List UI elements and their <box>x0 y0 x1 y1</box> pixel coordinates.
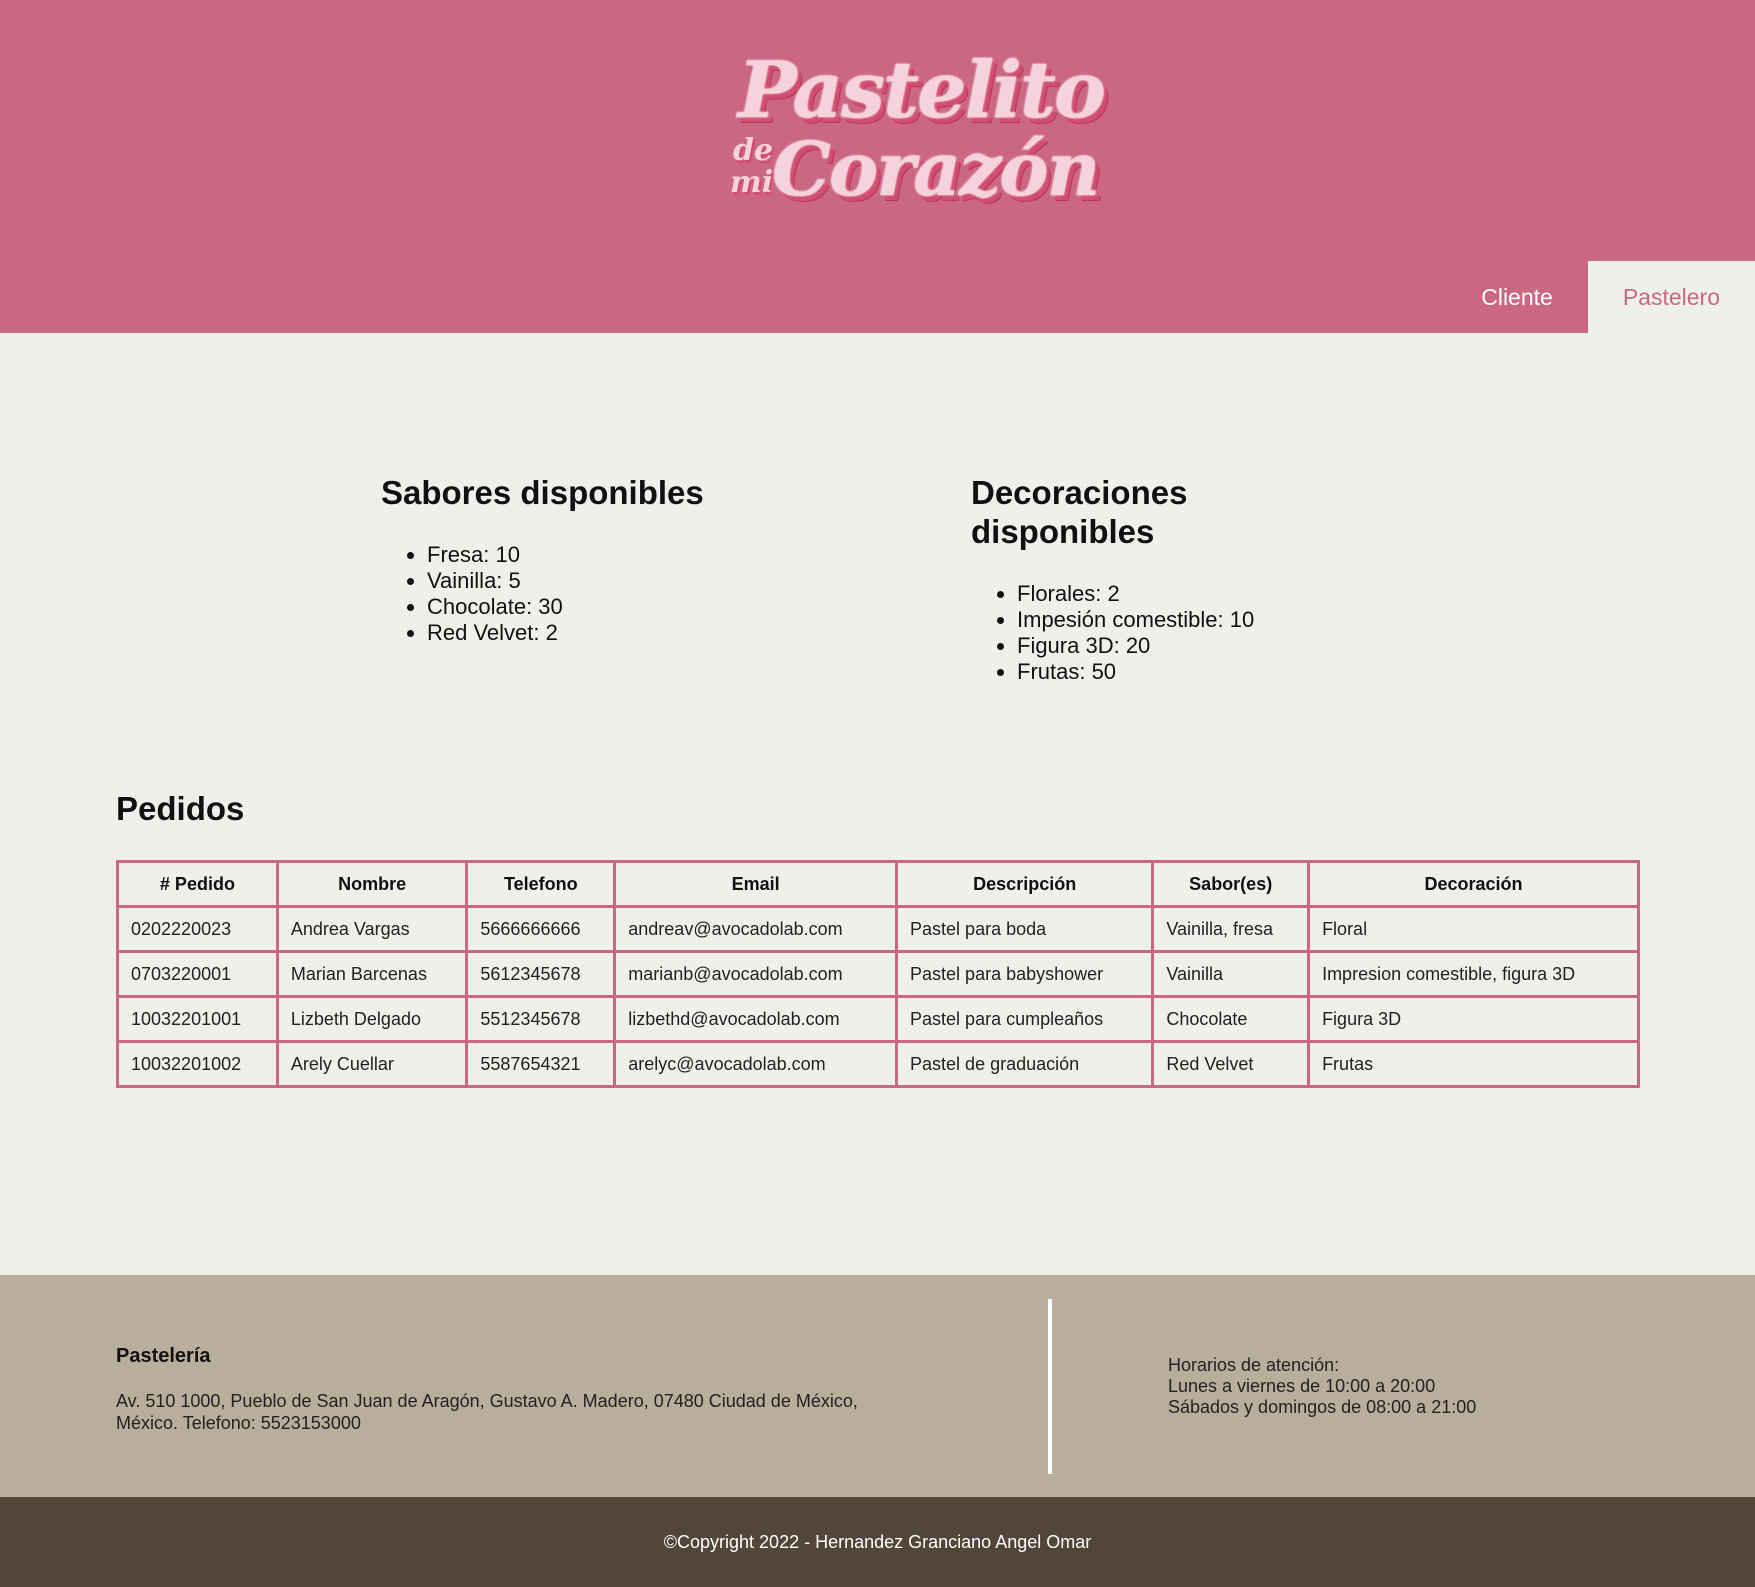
cell-nombre: Lizbeth Delgado <box>275 995 469 1043</box>
sabores-section: Sabores disponibles Fresa: 10 Vainilla: … <box>381 473 741 646</box>
column-header-nombre: Nombre <box>275 860 469 908</box>
table-row: 0703220001 Marian Barcenas 5612345678 ma… <box>116 950 1640 998</box>
nav-item-cliente[interactable]: Cliente <box>1446 261 1588 333</box>
orders-table: # Pedido Nombre Telefono Email Descripci… <box>116 860 1640 1088</box>
copyright-text: ©Copyright 2022 - Hernandez Granciano An… <box>663 1532 1092 1552</box>
column-header-sabores: Sabor(es) <box>1151 860 1311 908</box>
column-header-email: Email <box>613 860 899 908</box>
logo[interactable]: Pastelito de mi Corazón <box>728 45 1106 220</box>
logo-text-de: de <box>733 133 774 168</box>
cell-telefono: 5666666666 <box>465 905 617 953</box>
list-item: Chocolate: 30 <box>427 594 741 620</box>
footer-divider <box>1048 1299 1052 1474</box>
copyright-bar: ©Copyright 2022 - Hernandez Granciano An… <box>0 1497 1755 1587</box>
cell-telefono: 5612345678 <box>465 950 617 998</box>
nav-item-pastelero[interactable]: Pastelero <box>1587 261 1755 333</box>
cell-descripcion: Pastel para cumpleaños <box>895 995 1155 1043</box>
table-row: 10032201002 Arely Cuellar 5587654321 are… <box>116 1040 1640 1088</box>
cell-email: andreav@avocadolab.com <box>613 905 899 953</box>
hours-weekdays: Lunes a viernes de 10:00 a 20:00 <box>1168 1376 1436 1396</box>
cell-nombre: Marian Barcenas <box>275 950 469 998</box>
column-header-descripcion: Descripción <box>895 860 1155 908</box>
cell-decoracion: Floral <box>1307 905 1640 953</box>
cell-email: lizbethd@avocadolab.com <box>613 995 899 1043</box>
column-header-telefono: Telefono <box>465 860 617 908</box>
cell-email: marianb@avocadolab.com <box>613 950 899 998</box>
sabores-list: Fresa: 10 Vainilla: 5 Chocolate: 30 Red … <box>381 542 741 646</box>
footer-address: Av. 510 1000, Pueblo de San Juan de Arag… <box>116 1391 858 1433</box>
table-row: 0202220023 Andrea Vargas 5666666666 andr… <box>116 905 1640 953</box>
decoraciones-section: Decoraciones disponibles Florales: 2 Imp… <box>971 473 1271 685</box>
footer-title: Pastelería <box>116 1345 211 1367</box>
cell-decoracion: Frutas <box>1307 1040 1640 1088</box>
list-item: Florales: 2 <box>1017 581 1271 607</box>
column-header-decoracion: Decoración <box>1307 860 1640 908</box>
list-item: Vainilla: 5 <box>427 568 741 594</box>
hours-weekends: Sábados y domingos de 08:00 a 21:00 <box>1168 1397 1477 1417</box>
cell-telefono: 5512345678 <box>465 995 617 1043</box>
list-item: Fresa: 10 <box>427 542 741 568</box>
cell-descripcion: Pastel para boda <box>895 905 1155 953</box>
cell-decoracion: Impresion comestible, figura 3D <box>1307 950 1640 998</box>
logo-text-mi: mi <box>730 165 774 200</box>
pedidos-title: Pedidos <box>116 790 245 827</box>
logo-text-corazon: Corazón <box>772 127 1100 213</box>
list-item: Frutas: 50 <box>1017 659 1271 685</box>
cell-decoracion: Figura 3D <box>1307 995 1640 1043</box>
column-header-pedido: # Pedido <box>116 860 279 908</box>
cell-pedido: 0202220023 <box>116 905 279 953</box>
logo-text-pastelito: Pastelito <box>738 45 1106 136</box>
cell-pedido: 0703220001 <box>116 950 279 998</box>
cell-sabores: Chocolate <box>1151 995 1311 1043</box>
decoraciones-list: Florales: 2 Impesión comestible: 10 Figu… <box>971 581 1271 685</box>
table-row: 10032201001 Lizbeth Delgado 5512345678 l… <box>116 995 1640 1043</box>
table-header-row: # Pedido Nombre Telefono Email Descripci… <box>116 860 1640 908</box>
footer-hours: Horarios de atención: Lunes a viernes de… <box>1168 1355 1476 1418</box>
cell-sabores: Red Velvet <box>1151 1040 1311 1088</box>
list-item: Impesión comestible: 10 <box>1017 607 1271 633</box>
cell-sabores: Vainilla, fresa <box>1151 905 1311 953</box>
list-item: Red Velvet: 2 <box>427 620 741 646</box>
cell-pedido: 10032201001 <box>116 995 279 1043</box>
footer-info: Pastelería Av. 510 1000, Pueblo de San J… <box>0 1275 1755 1497</box>
cell-sabores: Vainilla <box>1151 950 1311 998</box>
main-nav: Cliente Pastelero <box>1446 261 1755 333</box>
cell-nombre: Arely Cuellar <box>275 1040 469 1088</box>
sabores-title: Sabores disponibles <box>381 474 704 511</box>
list-item: Figura 3D: 20 <box>1017 633 1271 659</box>
cell-descripcion: Pastel de graduación <box>895 1040 1155 1088</box>
decoraciones-title: Decoraciones disponibles <box>971 474 1188 550</box>
cell-nombre: Andrea Vargas <box>275 905 469 953</box>
site-header: Pastelito de mi Corazón Cliente Pasteler… <box>0 0 1755 333</box>
cell-telefono: 5587654321 <box>465 1040 617 1088</box>
cell-descripcion: Pastel para babyshower <box>895 950 1155 998</box>
cell-email: arelyc@avocadolab.com <box>613 1040 899 1088</box>
cell-pedido: 10032201002 <box>116 1040 279 1088</box>
hours-label: Horarios de atención: <box>1168 1355 1340 1375</box>
